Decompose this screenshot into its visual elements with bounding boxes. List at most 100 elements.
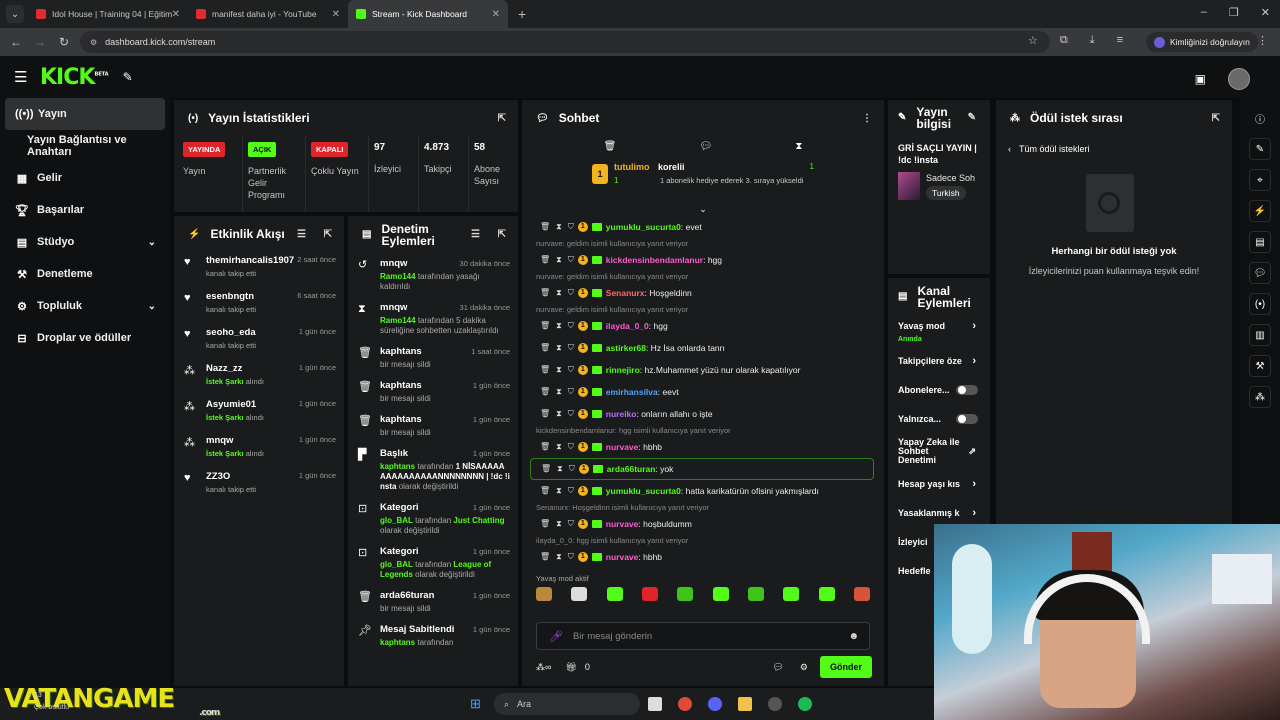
chat-username[interactable]: astirker68	[606, 343, 646, 353]
shield-icon[interactable]: ⛉	[568, 288, 574, 298]
minimize-icon[interactable]: –	[1201, 6, 1207, 19]
emote-icon[interactable]	[641, 587, 658, 601]
slow-mode-action[interactable]: Yavaş mod Anında ›	[888, 316, 990, 346]
filter-icon[interactable]: ☰	[297, 229, 306, 240]
sidebar-item-achievements[interactable]: 🏆︎ Başarılar	[0, 194, 170, 226]
pin-icon[interactable]: ✎	[123, 70, 133, 84]
chrome-icon[interactable]	[678, 697, 692, 711]
kick-logo[interactable]: KICKBETA	[40, 65, 109, 90]
list-item[interactable]: 🗑︎ arda66turan 1 gün önce bir mesajı sildi	[348, 586, 518, 620]
sidebar-item-stream-key[interactable]: Yayın Bağlantısı ve Anahtarı	[0, 130, 170, 162]
popout-icon[interactable]: ⇱	[498, 113, 506, 124]
browser-menu-icon[interactable]: ⋮	[1257, 34, 1268, 47]
emote-icon[interactable]	[571, 587, 588, 601]
banned-words-action[interactable]: Yasaklanmış k ›	[888, 498, 990, 527]
tab-search-chevron-icon[interactable]: ⌄	[6, 5, 24, 23]
hourglass-icon[interactable]: ⧗	[556, 365, 562, 375]
extensions-icon[interactable]: ⧉	[1060, 34, 1068, 47]
shield-icon[interactable]: ⛉	[568, 552, 574, 562]
shield-icon[interactable]: ⛉	[568, 387, 574, 397]
tab-close-icon[interactable]: ✕	[332, 9, 340, 20]
chat-message[interactable]: 🗑︎ ⧗ ⛉ 1 nurvave: hoşbuldumm	[522, 513, 884, 535]
send-button[interactable]: Gönder	[820, 656, 872, 678]
list-item[interactable]: ♥ seoho_eda kanalı takip etti 1 gün önce	[174, 324, 344, 360]
taskbar-search[interactable]: ⌕ Ara	[494, 693, 640, 715]
reload-icon[interactable]: ↻	[52, 35, 76, 49]
screen-icon[interactable]: ▣	[1195, 72, 1206, 86]
chat-message[interactable]: 🗑︎ ⧗ ⛉ 1 nurvave: hbhb	[522, 546, 884, 568]
windows-start-icon[interactable]: ⊞	[470, 696, 481, 712]
trash-icon[interactable]: 🗑︎	[540, 552, 550, 562]
capture-icon[interactable]: ⌖	[1249, 169, 1271, 191]
subscribers-only-action[interactable]: Abonelere...	[888, 375, 990, 404]
ai-moderation-action[interactable]: Yapay Zeka ile Sohbet Denetimi ⇗	[888, 433, 976, 469]
trash-icon[interactable]: 🗑︎	[540, 343, 550, 353]
browser-tab-active[interactable]: Stream - Kick Dashboard ✕	[348, 0, 508, 28]
hourglass-icon[interactable]: ⧗	[557, 464, 563, 474]
hourglass-icon[interactable]: ⧗	[556, 519, 562, 529]
chat-username[interactable]: yumuklu_sucurta0	[606, 486, 681, 496]
popout-icon[interactable]: ⇱	[324, 229, 332, 240]
points-icon[interactable]: ⁂	[1249, 386, 1271, 408]
toggle-switch[interactable]	[956, 413, 978, 424]
chat-message[interactable]: 🗑︎ ⧗ ⛉ 1 ilayda_0_0: hgg	[522, 315, 884, 337]
chat-message[interactable]: 🗑︎ ⧗ ⛉ 1 nurvave: hbhb	[522, 436, 884, 458]
discord-icon[interactable]	[708, 697, 722, 711]
hourglass-icon[interactable]: ⧗	[556, 409, 562, 419]
chat-username[interactable]: nureiko	[606, 409, 637, 419]
account-age-action[interactable]: Hesap yaşı kıs ›	[888, 469, 990, 498]
list-item[interactable]: 🗑︎ kaphtans 1 saat önce bir mesajı sildi	[348, 342, 518, 376]
shield-icon[interactable]: ⛉	[568, 343, 574, 353]
list-item[interactable]: ⧗ mnqw 31 dakika önce Ramo144 tarafından 5 …	[348, 298, 518, 342]
chat-message[interactable]: 🗑︎ ⧗ ⛉ 1 nureiko: onların allahı o işte	[522, 403, 884, 425]
forward-icon[interactable]: →	[28, 35, 52, 49]
site-info-icon[interactable]: ⚙	[90, 38, 97, 47]
browser-tab[interactable]: Idol House | Training 04 | Eğitim ✕	[28, 0, 188, 28]
more-options-icon[interactable]: ⋮	[862, 113, 872, 124]
obs-icon[interactable]	[768, 697, 782, 711]
emoji-icon[interactable]: ☻	[848, 631, 859, 642]
chat-username[interactable]: Senanurx	[606, 288, 645, 298]
list-item[interactable]: ⊡ Kategori 1 gün önce glo_BAL tarafından Ju…	[348, 498, 518, 542]
hourglass-icon[interactable]: ⧗	[556, 321, 562, 331]
emote-icon[interactable]	[677, 587, 694, 601]
shield-icon[interactable]: ⛉	[569, 464, 575, 474]
trash-icon[interactable]: 🗑︎	[540, 288, 550, 298]
chat-message[interactable]: 🗑︎ ⧗ ⛉ 1 astirker68: Hz İsa onlarda tanrı	[522, 337, 884, 359]
chat-message[interactable]: 🗑︎ ⧗ ⛉ 1 rinnejiro: hz.Muhammet yüzü nur ola…	[522, 359, 884, 381]
list-item[interactable]: 🗑︎ kaphtans 1 gün önce bir mesajı sildi	[348, 410, 518, 444]
list-item[interactable]: ⁂ Asyumie01 İstek Şarkı alındı 1 gün önce	[174, 396, 344, 432]
chat-bubble-icon[interactable]: 💬︎	[699, 141, 712, 152]
popout-icon[interactable]: ⇱	[498, 229, 506, 241]
emote-icon[interactable]	[747, 587, 764, 601]
chat-username[interactable]: nurvave	[606, 552, 639, 562]
sidebar-item-moderation[interactable]: ⚒ Denetleme	[0, 258, 170, 290]
bolt-icon[interactable]: ⚡	[1249, 200, 1271, 222]
chat-input[interactable]: 🎤︎ Bir mesaj gönderin ☻	[536, 622, 870, 650]
sidebar-item-stream[interactable]: ((•)) Yayın	[5, 98, 165, 130]
chat-icon[interactable]: 💬︎	[1249, 262, 1271, 284]
hourglass-icon[interactable]: ⧗	[556, 343, 562, 353]
back-icon[interactable]: ←	[4, 35, 28, 49]
trash-icon[interactable]: 🗑︎	[604, 141, 617, 152]
info-icon[interactable]: ⓘ	[1249, 107, 1271, 129]
trash-icon[interactable]: 🗑︎	[540, 486, 550, 496]
sidebar-item-studio[interactable]: ▤ Stüdyo ⌄	[0, 226, 170, 258]
tools-icon[interactable]: ⚒	[1249, 355, 1271, 377]
trash-icon[interactable]: 🗑︎	[540, 321, 550, 331]
shield-icon[interactable]: ⛉	[568, 486, 574, 496]
settings-icon[interactable]: ⚙	[800, 662, 808, 673]
emote-icon[interactable]	[853, 587, 870, 601]
avatar[interactable]	[1228, 68, 1250, 90]
emote-icon[interactable]	[783, 587, 800, 601]
hourglass-icon[interactable]: ⧗	[556, 288, 562, 298]
chat-username[interactable]: arda66turan	[607, 464, 656, 474]
shield-icon[interactable]: ⛉	[568, 222, 574, 232]
trash-icon[interactable]: 🗑︎	[540, 519, 550, 529]
tab-close-icon[interactable]: ✕	[172, 9, 180, 20]
list-item[interactable]: ↺ mnqw 30 dakika önce Ramo144 tarafından ya…	[348, 254, 518, 298]
points-icon[interactable]: ⁂∞	[536, 662, 551, 673]
shield-icon[interactable]: ⛉	[568, 321, 574, 331]
gift-icon[interactable]: 🎁︎	[565, 662, 576, 673]
chat-username[interactable]: ilayda_0_0	[606, 321, 649, 331]
